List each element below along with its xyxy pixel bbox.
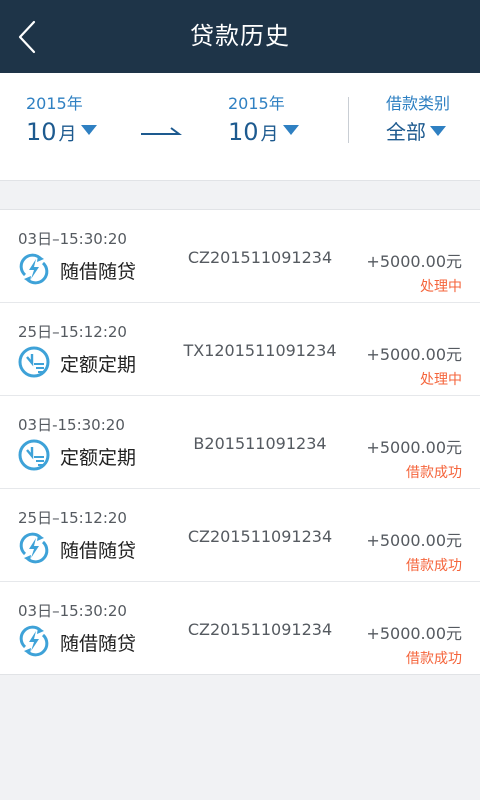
record-code: CZ201511091234: [187, 527, 333, 546]
divider: [348, 97, 349, 143]
start-year-label: 2015年: [26, 94, 83, 113]
loan-history-list: 03日–15:30:20 随借随贷 CZ201511091234 +5000.00元处…: [0, 209, 480, 675]
record-time: 03日–15:30:20: [18, 602, 127, 620]
dropdown-triangle-icon: [80, 125, 97, 135]
start-month-unit: 月: [58, 124, 77, 145]
start-month-selector[interactable]: 2015年 10 月: [26, 95, 97, 151]
clock-list-icon: [18, 439, 50, 471]
end-month-selector[interactable]: 2015年 10 月: [228, 95, 299, 151]
list-item[interactable]: 03日–15:30:20 随借随贷 CZ201511091234 +5000.00元借…: [0, 582, 480, 674]
record-type: 随借随贷: [60, 261, 137, 283]
record-type: 定额定期: [60, 447, 137, 469]
category-value: 全部: [386, 120, 426, 144]
page-title: 贷款历史: [190, 22, 290, 50]
list-item[interactable]: 03日–15:30:20 随借随贷 CZ201511091234 +5000.00元处…: [0, 210, 480, 303]
record-time: 03日–15:30:20: [18, 230, 127, 248]
lightning-refresh-icon: [18, 253, 50, 285]
record-code: CZ201511091234: [187, 248, 333, 267]
list-item[interactable]: 03日-15:30:20 定额定期 B201511091234 +5000.00元借款…: [0, 396, 480, 489]
nav-bar: 贷款历史: [0, 0, 480, 73]
record-code: B201511091234: [193, 434, 327, 453]
end-year-label: 2015年: [228, 94, 285, 113]
category-label: 借款类别: [386, 94, 451, 113]
lightning-refresh-icon: [18, 532, 50, 564]
date-filter-bar: 2015年 10 月 2015年 10 月 借款类别 全部: [0, 73, 480, 181]
record-status: 借款成功: [406, 465, 462, 481]
record-amount: +5000.00元: [366, 624, 462, 643]
record-time: 25日–15:12:20: [18, 323, 127, 341]
record-status: 借款成功: [406, 651, 462, 667]
record-status: 借款成功: [406, 558, 462, 574]
record-amount: +5000.00元: [366, 438, 462, 457]
list-item[interactable]: 25日–15:12:20 随借随贷 CZ201511091234 +5000.00元借…: [0, 489, 480, 582]
record-time: 25日–15:12:20: [18, 509, 127, 527]
record-type: 随借随贷: [60, 540, 137, 562]
lightning-refresh-icon: [18, 625, 50, 657]
record-amount: +5000.00元: [366, 252, 462, 271]
range-arrow-icon: [141, 127, 182, 135]
category-selector[interactable]: 借款类别 全部: [386, 95, 450, 148]
list-item[interactable]: 25日–15:12:20 定额定期 TX1201511091234 +5000.00元…: [0, 303, 480, 396]
record-type: 定额定期: [60, 354, 137, 376]
dropdown-triangle-icon: [282, 125, 299, 135]
record-amount: +5000.00元: [366, 531, 462, 550]
record-code: CZ201511091234: [187, 620, 333, 639]
dropdown-triangle-icon: [430, 125, 446, 136]
end-month-value: 10: [228, 118, 259, 146]
record-code: TX1201511091234: [183, 341, 337, 360]
clock-list-icon: [18, 346, 50, 378]
record-status: 处理中: [420, 372, 462, 388]
end-month-unit: 月: [260, 124, 279, 145]
record-amount: +5000.00元: [366, 345, 462, 364]
record-status: 处理中: [420, 279, 462, 295]
start-month-value: 10: [26, 118, 57, 146]
record-time: 03日-15:30:20: [18, 416, 125, 434]
record-type: 随借随贷: [60, 633, 137, 655]
